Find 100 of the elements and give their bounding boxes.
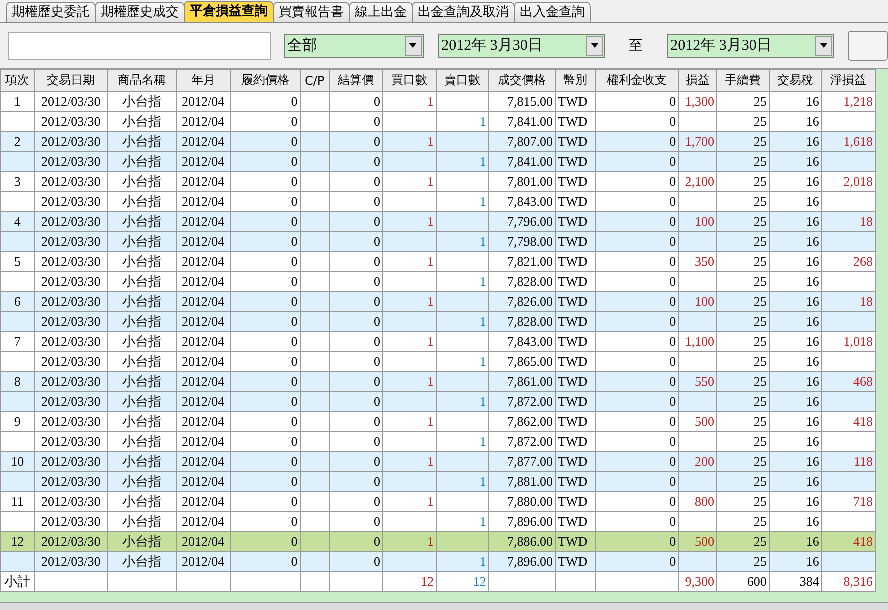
table-cell: TWD <box>556 292 596 312</box>
table-cell: TWD <box>556 172 596 192</box>
table-cell: 418 <box>822 532 876 552</box>
table-cell: 小台指 <box>107 212 176 232</box>
column-header[interactable]: 交易日期 <box>34 70 108 92</box>
column-header[interactable]: 年月 <box>176 70 231 92</box>
table-cell: 小台指 <box>107 452 176 472</box>
tab[interactable]: 期權歷史成交 <box>95 2 185 22</box>
tab[interactable]: 買賣報告書 <box>273 2 350 22</box>
table-cell: 800 <box>678 492 717 512</box>
table-cell: 2012/04 <box>176 152 231 172</box>
table-cell: 小台指 <box>107 352 176 372</box>
column-header[interactable]: 結算價 <box>329 70 383 92</box>
tab[interactable]: 線上出金 <box>349 2 413 22</box>
column-header[interactable]: 交易稅 <box>769 70 822 92</box>
table-cell: 1 <box>382 292 436 312</box>
table-cell: 2012/04 <box>176 352 231 372</box>
column-header[interactable]: 商品名稱 <box>107 70 176 92</box>
tab[interactable]: 期權歷史委託 <box>6 2 96 22</box>
table-cell: 18 <box>822 212 876 232</box>
table-cell: 16 <box>769 492 822 512</box>
table-cell: 7,877.00 <box>488 452 556 472</box>
table-cell: 1 <box>436 432 489 452</box>
column-header[interactable]: 損益 <box>678 70 717 92</box>
table-cell: 0 <box>230 232 300 252</box>
table-cell: 0 <box>230 472 300 492</box>
table-cell: 0 <box>596 552 679 572</box>
table-cell: TWD <box>556 412 596 432</box>
table-cell: 2012/04 <box>176 452 231 472</box>
table-cell: 0 <box>596 152 679 172</box>
column-header[interactable]: 手續費 <box>716 70 770 92</box>
table-cell: 16 <box>769 232 822 252</box>
table-cell: 小台指 <box>107 312 176 332</box>
table-cell: 7,821.00 <box>488 252 556 272</box>
table-cell: 小台指 <box>107 292 176 312</box>
table-cell: 0 <box>230 372 300 392</box>
table-cell: 2012/03/30 <box>34 392 108 412</box>
table-cell: 16 <box>769 252 822 272</box>
table-cell: 2012/04 <box>176 532 231 552</box>
date-from-dropdown[interactable]: 2012年 3月30日 <box>438 34 606 58</box>
table-cell: 0 <box>329 392 383 412</box>
table-cell: 0 <box>230 492 300 512</box>
table-cell: TWD <box>556 252 596 272</box>
column-header[interactable]: 成交價格 <box>488 70 556 92</box>
column-header[interactable]: 權利金收支 <box>596 70 679 92</box>
table-cell: 16 <box>769 332 822 352</box>
table-cell: 2012/03/30 <box>34 272 108 292</box>
query-button[interactable] <box>848 30 888 60</box>
table-cell: 16 <box>769 172 822 192</box>
table-cell: 0 <box>596 172 679 192</box>
table-cell: 0 <box>329 232 383 252</box>
table-cell: 1 <box>436 392 489 412</box>
tab[interactable]: 出金查詢及取消 <box>412 2 515 22</box>
column-header[interactable]: 買口數 <box>382 70 436 92</box>
table-cell: 1 <box>436 112 489 132</box>
tab[interactable]: 出入金查詢 <box>514 2 591 22</box>
table-cell: 小台指 <box>107 232 176 252</box>
column-header[interactable]: 幣別 <box>556 70 596 92</box>
table-cell: 1,218 <box>822 92 876 112</box>
table-cell: 7,886.00 <box>488 532 556 552</box>
table-cell: 2012/03/30 <box>34 532 108 552</box>
table-cell: 200 <box>678 452 717 472</box>
table-cell: 0 <box>329 432 383 452</box>
table-cell: 0 <box>596 212 679 232</box>
column-header[interactable]: 賣口數 <box>436 70 489 92</box>
table-cell: 0 <box>329 372 383 392</box>
table-cell: 25 <box>716 172 770 192</box>
column-header[interactable]: 項次 <box>0 70 35 92</box>
column-header[interactable]: C/P <box>300 70 330 92</box>
table-cell: 16 <box>769 432 822 452</box>
table-cell: 0 <box>596 312 679 332</box>
table-cell: 25 <box>716 552 770 572</box>
table-cell: 1 <box>382 332 436 352</box>
table-cell: 7,828.00 <box>488 312 556 332</box>
table-cell: 7,843.00 <box>488 192 556 212</box>
date-to-dropdown[interactable]: 2012年 3月30日 <box>666 34 834 58</box>
table-cell: 25 <box>716 292 770 312</box>
table-cell: 2012/03/30 <box>34 232 108 252</box>
table-cell: 小台指 <box>107 112 176 132</box>
table-cell: 0 <box>230 452 300 472</box>
table-cell: 小台指 <box>107 192 176 212</box>
table-cell: 0 <box>230 152 300 172</box>
column-header[interactable]: 履約價格 <box>230 70 300 92</box>
table-cell: TWD <box>556 332 596 352</box>
table-cell: 0 <box>596 432 679 452</box>
table-cell: 0 <box>596 292 679 312</box>
input-field[interactable] <box>8 32 270 60</box>
table-cell: 2012/04 <box>176 492 231 512</box>
table-cell: TWD <box>556 272 596 292</box>
column-header[interactable]: 淨損益 <box>822 70 876 92</box>
table-cell: TWD <box>556 512 596 532</box>
table-cell: 7,872.00 <box>488 392 556 412</box>
table-cell: 小台指 <box>107 92 176 112</box>
tab[interactable]: 平倉損益查詢 <box>184 1 274 22</box>
table-cell: 4 <box>0 212 35 232</box>
category-dropdown[interactable]: 全部 <box>284 34 424 58</box>
table-cell: 16 <box>769 472 822 492</box>
table-cell: 7,798.00 <box>488 232 556 252</box>
table-cell: 11 <box>0 492 35 512</box>
table-cell: 100 <box>678 292 717 312</box>
